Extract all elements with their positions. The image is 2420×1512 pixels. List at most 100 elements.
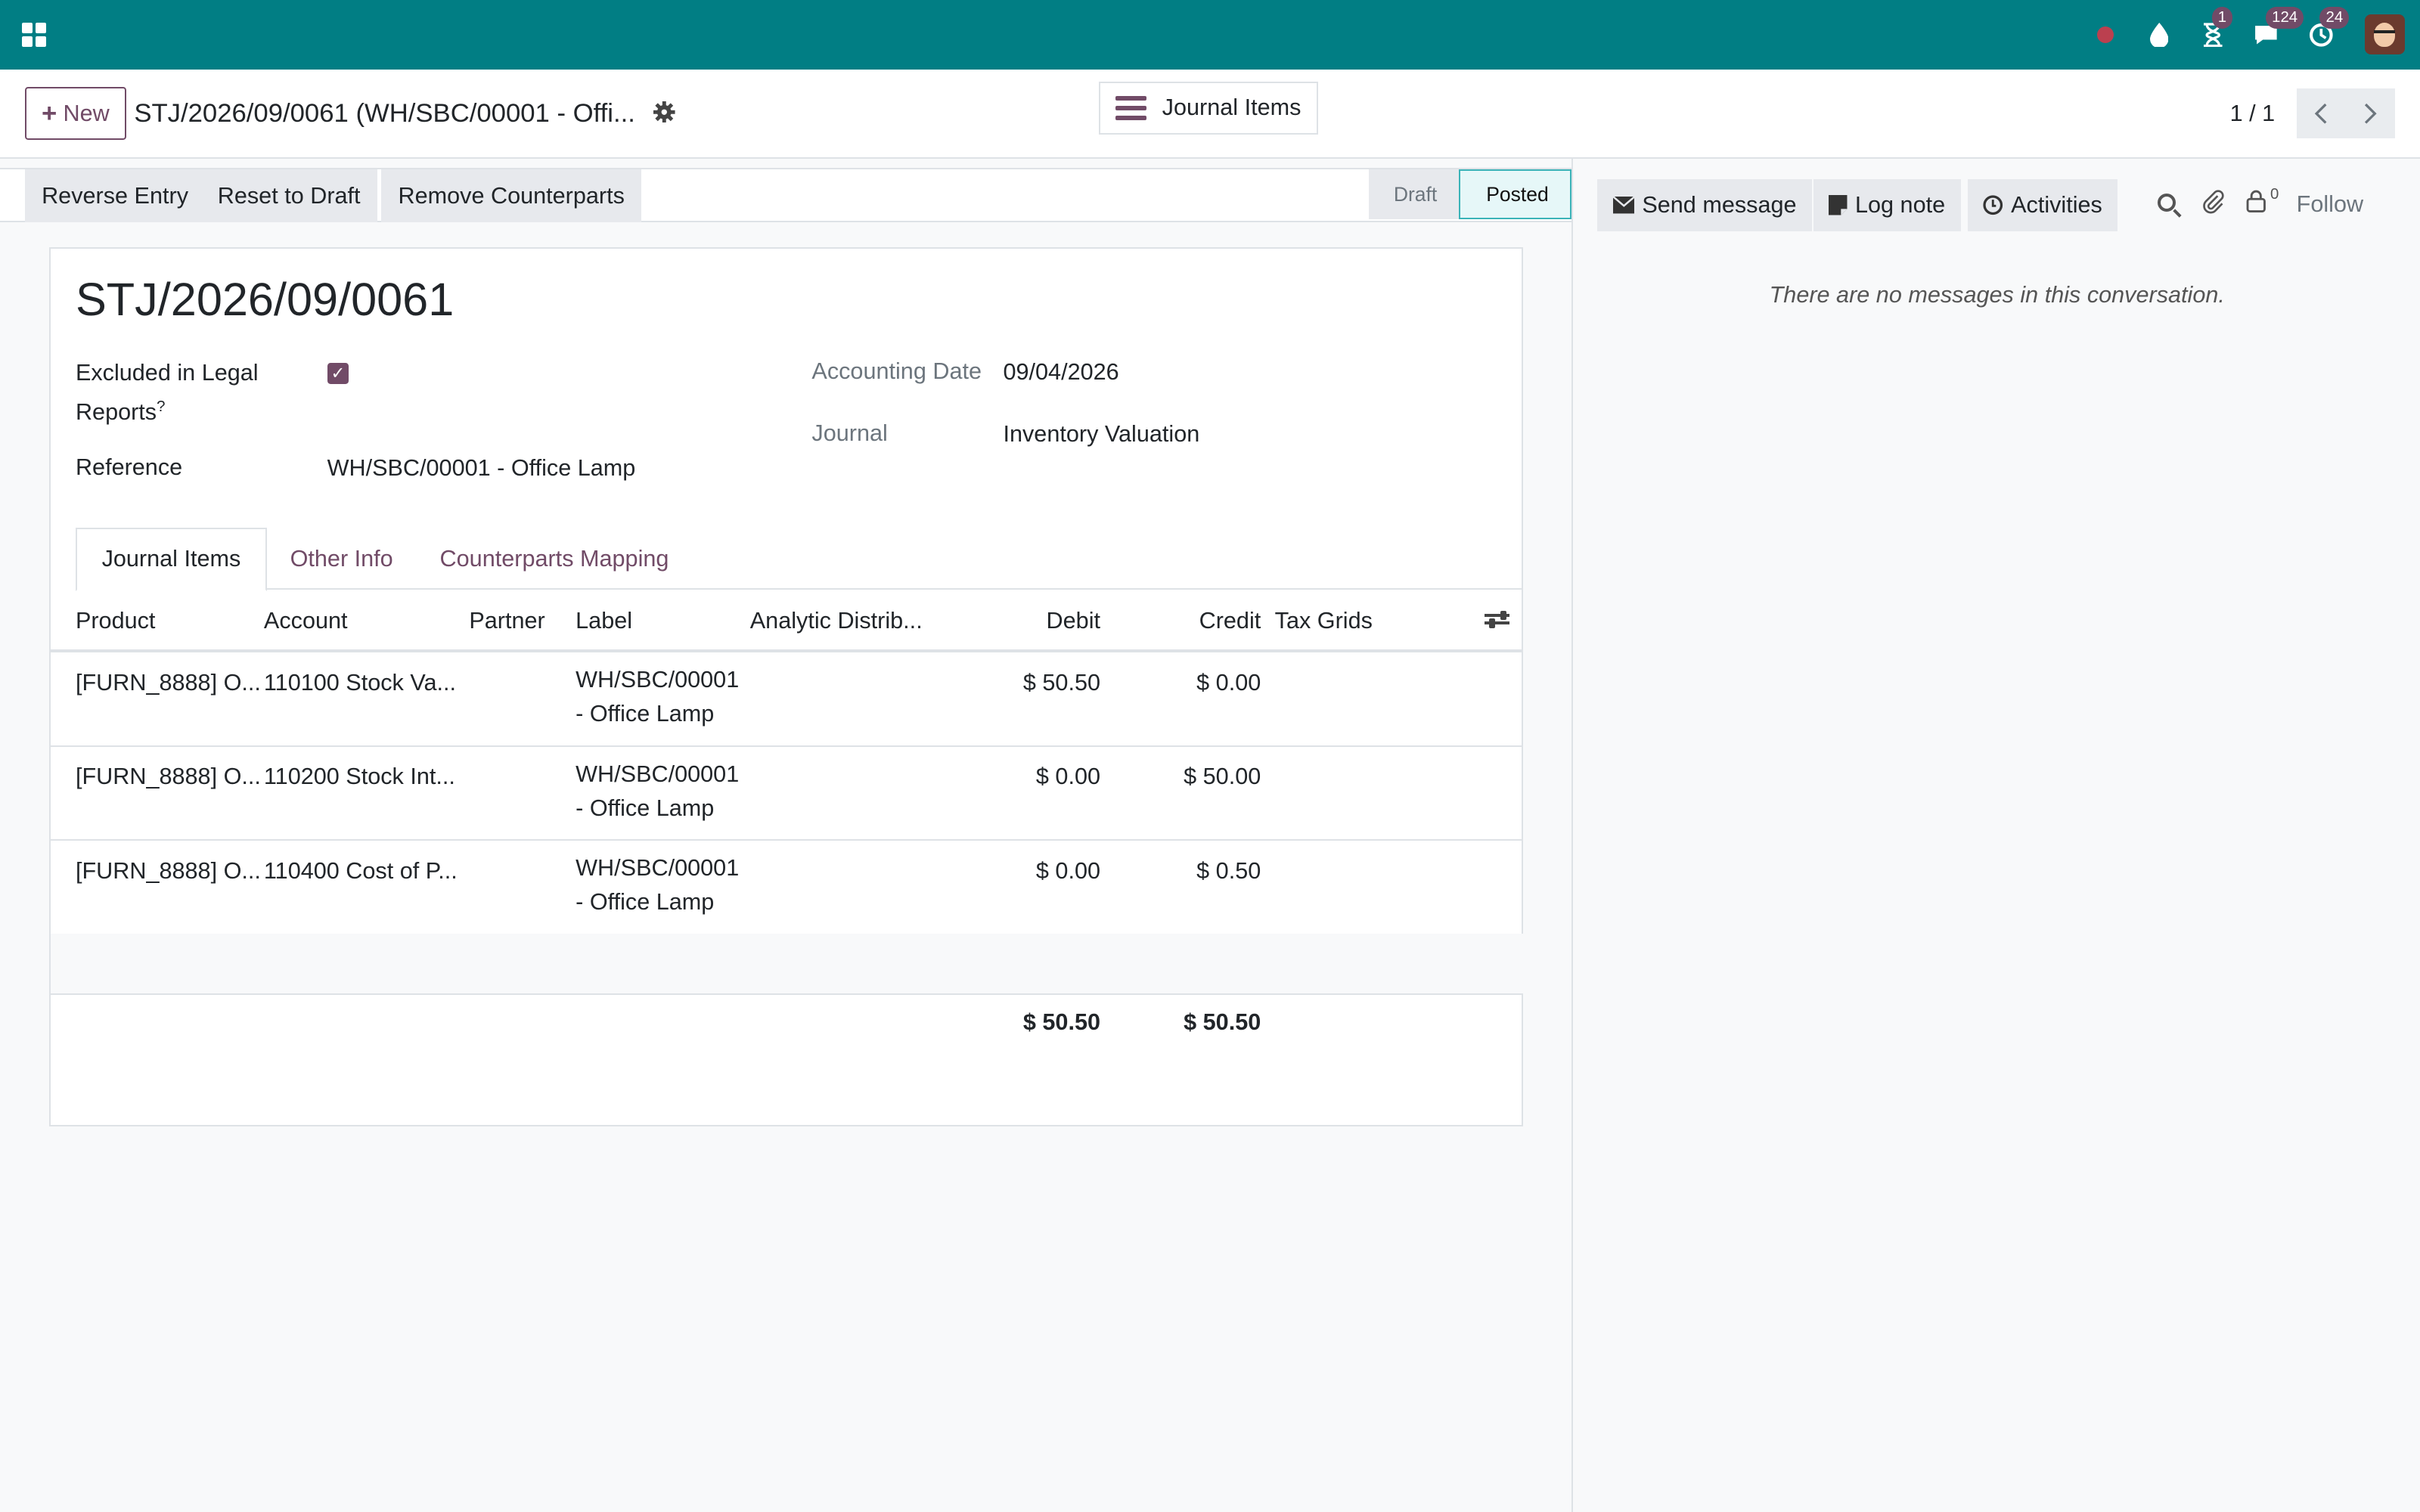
drop-icon[interactable] <box>2142 17 2176 51</box>
cell-label-line1: WH/SBC/00001 <box>576 761 740 787</box>
empty-conversation-text: There are no messages in this conversati… <box>1769 282 2225 308</box>
stage-posted[interactable]: Posted <box>1458 169 1571 219</box>
followers-count: 0 <box>2270 185 2279 203</box>
activities-button[interactable]: Activities <box>1967 178 2118 232</box>
col-product[interactable]: Product <box>76 608 156 634</box>
status-bar: Reverse Entry Reset to Draft Remove Coun… <box>0 168 1571 222</box>
form-sheet: STJ/2026/09/0061 Excluded in Legal Repor… <box>49 246 1524 1126</box>
cell-debit: $ 0.00 <box>1035 857 1101 884</box>
clock-icon <box>1983 195 2003 215</box>
cell-label-line1: WH/SBC/00001 <box>576 855 740 881</box>
follow-button[interactable]: Follow <box>2297 191 2363 218</box>
cell-label: WH/SBC/00001 - Office Lamp <box>576 851 745 919</box>
pager: 1 / 1 <box>2230 88 2396 138</box>
col-label[interactable]: Label <box>576 608 632 634</box>
cell-label-line1: WH/SBC/00001 <box>576 667 740 693</box>
reference-field[interactable]: WH/SBC/00001 - Office Lamp <box>327 455 636 482</box>
cell-credit: $ 0.00 <box>1196 669 1261 696</box>
excluded-legal-label-line2: Reports <box>75 399 157 426</box>
chat-icon[interactable]: 124 <box>2251 7 2304 51</box>
reset-to-draft-button[interactable]: Reset to Draft <box>200 169 377 222</box>
cell-product: [FURN_8888] O... <box>75 669 261 696</box>
col-account[interactable]: Account <box>264 608 348 634</box>
tab-other-info[interactable]: Other Info <box>265 528 417 591</box>
reference-label: Reference <box>75 454 183 480</box>
systray: 1 124 24 <box>2088 7 2405 55</box>
cell-label-line2: - Office Lamp <box>576 889 715 916</box>
accounting-date-field[interactable]: 09/04/2026 <box>1003 359 1118 386</box>
recording-icon[interactable] <box>2088 17 2122 51</box>
cell-label: WH/SBC/00001 - Office Lamp <box>576 663 745 731</box>
smart-button-label: Journal Items <box>1162 94 1302 121</box>
send-message-label: Send message <box>1642 191 1797 218</box>
pager-value[interactable]: 1 / 1 <box>2230 101 2276 127</box>
timer-icon[interactable]: 1 <box>2196 7 2233 51</box>
accounting-date-label: Accounting Date <box>811 358 982 385</box>
envelope-icon <box>1612 197 1635 214</box>
new-button-label: New <box>63 100 110 126</box>
cell-label-line2: - Office Lamp <box>576 701 715 727</box>
cell-debit: $ 0.00 <box>1035 764 1101 790</box>
journal-items-smart-button[interactable]: Journal Items <box>1099 82 1318 135</box>
tab-journal-items[interactable]: Journal Items <box>75 527 267 591</box>
paperclip-icon[interactable] <box>2199 190 2227 218</box>
excluded-legal-label-line1: Excluded in Legal <box>75 360 259 386</box>
cell-product: [FURN_8888] O... <box>75 764 261 790</box>
tab-counterparts-mapping[interactable]: Counterparts Mapping <box>415 528 693 591</box>
control-panel: + New STJ/2026/09/0061 (WH/SBC/00001 - O… <box>0 69 2420 160</box>
search-icon[interactable] <box>2153 190 2181 218</box>
user-avatar[interactable] <box>2364 14 2405 55</box>
notebook-tabs: Journal Items Other Info Counterparts Ma… <box>75 527 1522 591</box>
col-analytic[interactable]: Analytic Distrib... <box>750 608 923 634</box>
apps-menu-icon[interactable] <box>15 16 52 53</box>
cell-credit: $ 50.00 <box>1184 764 1261 790</box>
clock-badge: 24 <box>2319 7 2350 29</box>
table-row[interactable]: [FURN_8888] O... 110400 Cost of P... WH/… <box>51 841 1524 935</box>
page-title: STJ/2026/09/0061 <box>75 274 455 326</box>
plus-icon: + <box>42 98 57 128</box>
table-row[interactable]: [FURN_8888] O... 110100 Stock Va... WH/S… <box>51 652 1524 747</box>
cell-label-line2: - Office Lamp <box>576 795 715 821</box>
table-header: Product Account Partner Label Analytic D… <box>51 590 1524 653</box>
col-tax-grids[interactable]: Tax Grids <box>1275 608 1373 634</box>
reverse-entry-button[interactable]: Reverse Entry <box>24 169 206 222</box>
table-row[interactable]: [FURN_8888] O... 110200 Stock Int... WH/… <box>51 747 1524 841</box>
log-note-button[interactable]: Log note <box>1813 178 1961 232</box>
lock-icon[interactable]: 0 <box>2242 186 2279 218</box>
messages-badge: 124 <box>2265 7 2304 29</box>
chatter: Send message Log note Activities 0 Follo… <box>1571 159 2420 1512</box>
add-line-row[interactable] <box>51 933 1524 996</box>
journal-field[interactable]: Inventory Valuation <box>1003 421 1199 448</box>
cell-credit: $ 0.50 <box>1196 857 1261 884</box>
gear-icon[interactable] <box>653 101 678 126</box>
cell-label: WH/SBC/00001 - Office Lamp <box>576 758 745 826</box>
new-button[interactable]: + New <box>24 87 127 140</box>
cell-product: [FURN_8888] O... <box>75 857 261 884</box>
pager-previous-button[interactable] <box>2296 88 2347 138</box>
remove-counterparts-button[interactable]: Remove Counterparts <box>381 169 642 222</box>
note-icon <box>1829 195 1848 215</box>
cell-account: 110400 Cost of P... <box>263 857 458 884</box>
log-note-label: Log note <box>1854 191 1946 218</box>
cell-account: 110200 Stock Int... <box>263 764 455 790</box>
total-debit: $ 50.50 <box>1022 1009 1101 1035</box>
journal-label: Journal <box>811 420 888 446</box>
activities-label: Activities <box>2011 191 2102 218</box>
cell-debit: $ 50.50 <box>1022 669 1101 696</box>
cell-account: 110100 Stock Va... <box>263 669 457 696</box>
tooltip-mark[interactable]: ? <box>157 398 165 415</box>
activity-badge: 1 <box>2211 7 2233 29</box>
breadcrumb: STJ/2026/09/0061 (WH/SBC/00001 - Offi... <box>134 98 635 128</box>
excluded-legal-label: Excluded in Legal Reports? <box>76 356 259 429</box>
pager-next-button[interactable] <box>2346 88 2396 138</box>
list-icon <box>1115 95 1147 121</box>
col-partner[interactable]: Partner <box>469 608 544 634</box>
col-debit[interactable]: Debit <box>977 608 1100 634</box>
clock-icon[interactable]: 24 <box>2304 7 2350 51</box>
col-credit[interactable]: Credit <box>1137 608 1261 634</box>
optional-columns-icon[interactable] <box>1485 609 1509 631</box>
send-message-button[interactable]: Send message <box>1597 178 1812 232</box>
total-credit: $ 50.50 <box>1184 1009 1261 1035</box>
top-navbar: 1 124 24 <box>0 0 2420 70</box>
excluded-legal-checkbox[interactable]: ✓ <box>327 362 349 385</box>
